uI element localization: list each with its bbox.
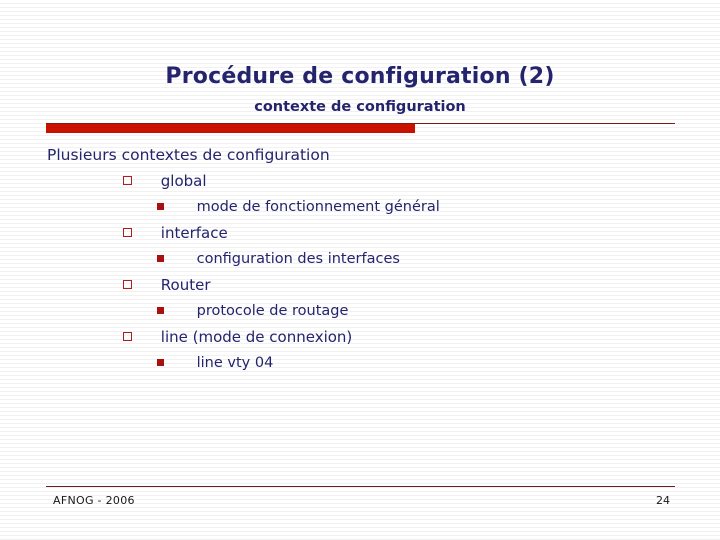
filled-square-bullet-icon (157, 306, 164, 314)
list-item: line (mode de connexion) (0, 324, 720, 350)
list-item: global (0, 168, 720, 194)
list-item: mode de fonctionnement général (0, 194, 720, 220)
hollow-square-bullet-icon (123, 228, 132, 237)
slide-canvas: Procédure de configuration (2) contexte … (0, 0, 720, 540)
footer-organization-label: AFNOG - 2006 (53, 494, 135, 507)
hollow-square-bullet-icon (123, 280, 132, 289)
list-item-label: line vty 04 (196, 355, 274, 371)
list-item: interface (0, 220, 720, 246)
page-subtitle: contexte de configuration (254, 99, 466, 115)
list-item: Plusieurs contextes de configuration (0, 142, 720, 168)
list-item-label: mode de fonctionnement général (196, 199, 440, 215)
hollow-square-bullet-icon (123, 332, 132, 341)
list-item: Router (0, 272, 720, 298)
list-item: configuration des interfaces (0, 246, 720, 272)
list-item: protocole de routage (0, 298, 720, 324)
list-item-label: Plusieurs contextes de configuration (47, 146, 330, 164)
bullet-list: Plusieurs contextes de configuration glo… (0, 142, 720, 376)
page-title: Procédure de configuration (2) (165, 64, 555, 89)
list-item-label: protocole de routage (196, 303, 349, 319)
hollow-square-bullet-icon (123, 176, 132, 185)
page-number: 24 (656, 494, 670, 507)
footer-divider-rule (46, 486, 675, 487)
title-accent-bar (46, 124, 415, 133)
list-item-label: interface (160, 224, 228, 242)
title-block: Procédure de configuration (2) contexte … (0, 64, 720, 117)
list-item-label: Router (160, 276, 211, 294)
filled-square-bullet-icon (157, 254, 164, 262)
filled-square-bullet-icon (157, 202, 164, 210)
list-item: line vty 04 (0, 350, 720, 376)
list-item-label: line (mode de connexion) (160, 328, 353, 346)
list-item-label: global (160, 172, 207, 190)
list-item-label: configuration des interfaces (196, 251, 400, 267)
filled-square-bullet-icon (157, 358, 164, 366)
